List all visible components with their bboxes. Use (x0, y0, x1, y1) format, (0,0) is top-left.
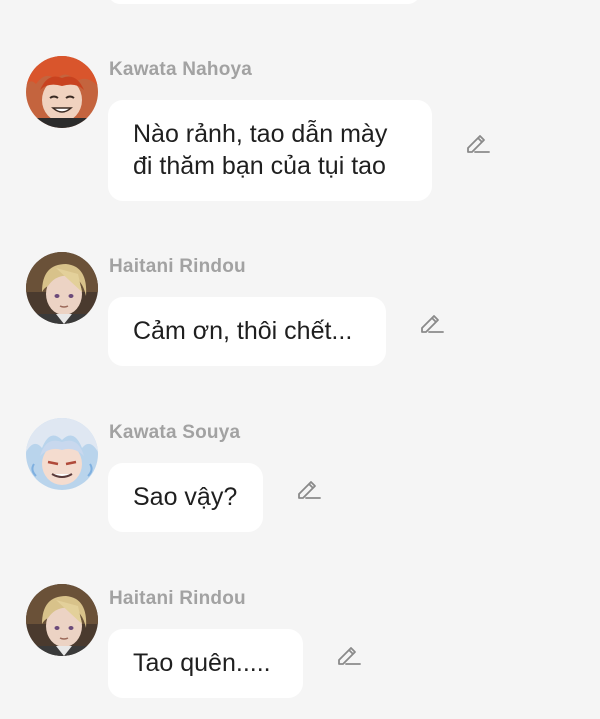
message-bubble[interactable]: Tao quên..... (108, 629, 303, 698)
message-bubble[interactable]: Cảm ơn, thôi chết... (108, 297, 386, 366)
sender-name: Kawata Nahoya (109, 59, 253, 80)
pencil-icon[interactable] (334, 640, 364, 670)
avatar[interactable] (26, 56, 98, 128)
avatar[interactable] (26, 584, 98, 656)
sender-name: Haitani Rindou (109, 588, 246, 609)
message-bubble[interactable]: Sao vậy? (108, 463, 263, 532)
avatar[interactable] (26, 252, 98, 324)
pencil-icon[interactable] (294, 474, 324, 504)
avatar-orange-hair-icon (26, 56, 98, 128)
avatar-blonde-hair-icon (26, 584, 98, 656)
pencil-icon[interactable] (463, 128, 493, 158)
avatar-blonde-hair-icon (26, 252, 98, 324)
sender-name: Haitani Rindou (109, 256, 246, 277)
pencil-icon[interactable] (417, 308, 447, 338)
sender-name: Kawata Souya (109, 422, 241, 443)
avatar-white-blue-hair-icon (26, 418, 98, 490)
avatar[interactable] (26, 418, 98, 490)
previous-message-bubble (108, 0, 420, 4)
message-bubble[interactable]: Nào rảnh, tao dẫn mày đi thăm bạn của tụ… (108, 100, 432, 201)
